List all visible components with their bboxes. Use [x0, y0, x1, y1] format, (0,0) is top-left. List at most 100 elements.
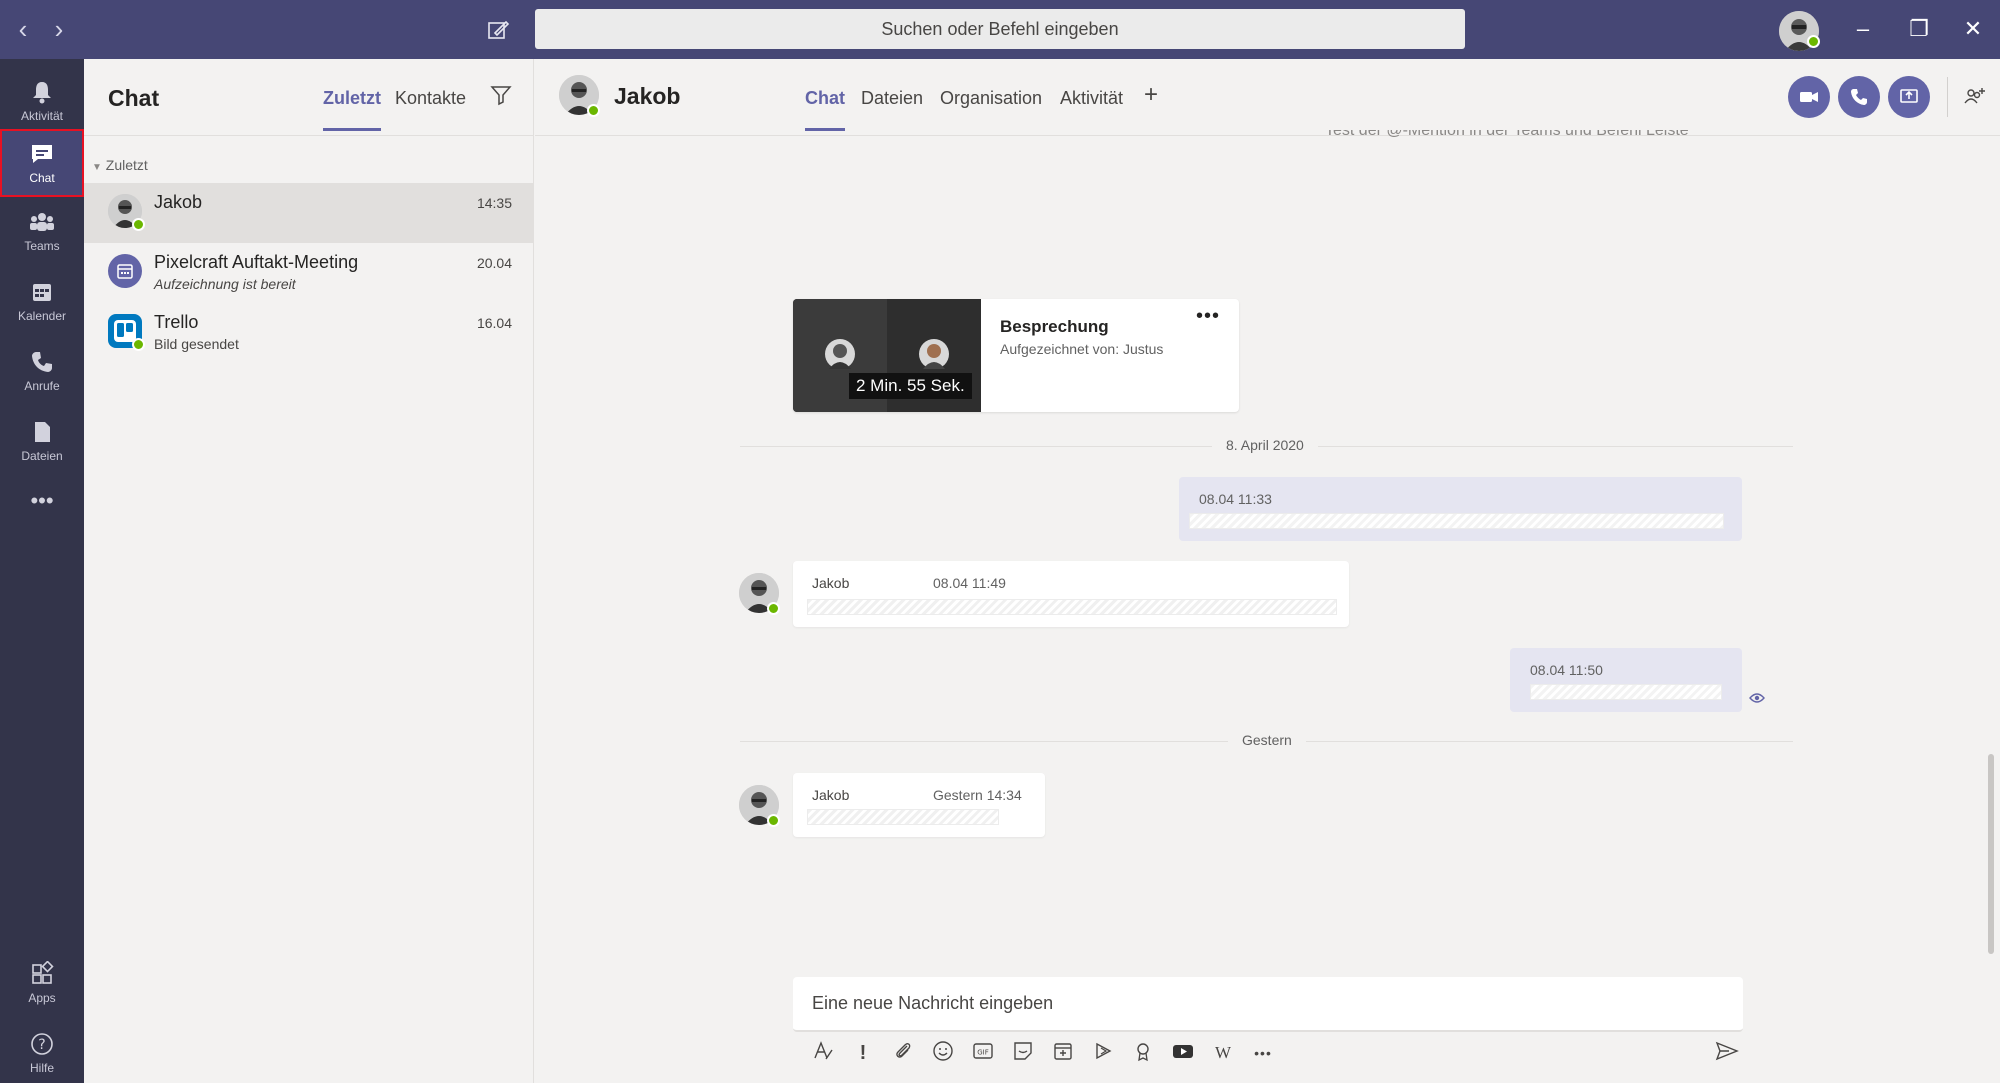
conversation-item[interactable]: Trello Bild gesendet 16.04	[84, 303, 534, 363]
rail-item-calls[interactable]: Anrufe	[0, 339, 84, 407]
message-list: Test der @-Mention in der Teams und Befe…	[535, 130, 2000, 966]
message-author: Jakob	[812, 787, 850, 803]
conversation-name: Jakob	[154, 192, 203, 212]
title-bar: ‹ › Suchen oder Befehl eingeben – ❐ ✕	[0, 0, 2000, 59]
stream-icon[interactable]	[1090, 1040, 1116, 1066]
message-text	[807, 599, 1337, 615]
recording-thumbnail[interactable]: 2 Min. 55 Sek.	[793, 299, 981, 412]
message-bubble[interactable]: 08.04 11:50	[1510, 648, 1742, 712]
emoji-icon[interactable]	[930, 1040, 956, 1066]
rail-item-calendar[interactable]: Kalender	[0, 269, 84, 337]
conversation-preview: Aufzeichnung ist bereit	[154, 276, 296, 292]
share-screen-icon	[1900, 89, 1918, 103]
svg-text:GIF: GIF	[977, 1049, 989, 1057]
compose-icon[interactable]	[484, 16, 512, 44]
message-input[interactable]	[812, 977, 1712, 1030]
meeting-icon	[108, 254, 142, 288]
rail-item-label: Chat	[29, 171, 55, 185]
chat-header: Jakob Chat Dateien Organisation Aktivitä…	[535, 59, 2000, 136]
tab-chat[interactable]: Chat	[805, 88, 845, 131]
conversation-item[interactable]: Jakob 14:35	[84, 183, 534, 243]
tab-files[interactable]: Dateien	[861, 88, 923, 109]
recording-card[interactable]: 2 Min. 55 Sek. Besprechung Aufgezeichnet…	[793, 299, 1239, 412]
presence-indicator	[767, 602, 780, 615]
wikipedia-icon[interactable]: W	[1210, 1040, 1236, 1066]
rail-item-label: Teams	[24, 239, 60, 253]
gif-icon[interactable]: GIF	[970, 1040, 996, 1066]
rail-item-help[interactable]: ? Hilfe	[0, 1021, 84, 1083]
divider	[1947, 77, 1948, 117]
close-icon[interactable]: ✕	[1958, 14, 1988, 44]
chat-icon	[32, 145, 52, 163]
more-options-icon[interactable]: •••	[1196, 305, 1220, 328]
restore-icon[interactable]: ❐	[1904, 14, 1934, 44]
message-author: Jakob	[812, 575, 850, 591]
video-icon	[1800, 92, 1818, 102]
sticker-icon[interactable]	[1010, 1040, 1036, 1066]
message-timestamp: 08.04 11:50	[1530, 662, 1603, 678]
file-icon	[35, 422, 50, 442]
rail-item-teams[interactable]: Teams	[0, 199, 84, 267]
more-options-icon[interactable]: •••	[1250, 1040, 1276, 1066]
tab-recent[interactable]: Zuletzt	[323, 88, 381, 131]
presence-indicator	[132, 218, 145, 231]
audio-call-button[interactable]	[1838, 76, 1880, 118]
app-rail: Aktivität Chat Teams Kalender Anrufe Dat…	[0, 59, 84, 1083]
schedule-meeting-icon[interactable]	[1050, 1040, 1076, 1066]
search-input[interactable]: Suchen oder Befehl eingeben	[535, 9, 1465, 49]
recording-duration: 2 Min. 55 Sek.	[849, 373, 972, 399]
more-apps-icon[interactable]: •••	[0, 490, 84, 521]
help-icon: ?	[31, 1033, 53, 1055]
calendar-icon	[33, 284, 51, 301]
message-timestamp: 08.04 11:49	[933, 575, 1006, 591]
chevron-left-icon[interactable]: ‹	[8, 14, 38, 44]
compose-box[interactable]	[793, 977, 1743, 1032]
praise-icon[interactable]	[1130, 1040, 1156, 1066]
message-bubble[interactable]: 08.04 11:33	[1179, 477, 1742, 541]
chat-list-header: Chat Zuletzt Kontakte	[84, 59, 534, 136]
send-icon[interactable]	[1714, 1040, 1740, 1066]
message-text	[807, 809, 999, 825]
caret-down-icon: ▼	[92, 162, 102, 173]
tab-organisation[interactable]: Organisation	[940, 88, 1042, 109]
chevron-right-icon[interactable]: ›	[44, 14, 74, 44]
rail-item-activity[interactable]: Aktivität	[0, 69, 84, 137]
rail-item-files[interactable]: Dateien	[0, 409, 84, 477]
rail-item-apps[interactable]: Apps	[0, 951, 84, 1019]
apps-icon	[32, 961, 54, 984]
conversation-name: Pixelcraft Auftakt-Meeting	[154, 252, 359, 272]
page-title: Chat	[108, 85, 160, 111]
conversation-time: 16.04	[476, 315, 512, 331]
tab-contacts[interactable]: Kontakte	[395, 88, 466, 109]
conversation-item[interactable]: Pixelcraft Auftakt-Meeting Aufzeichnung …	[84, 243, 534, 303]
teams-icon	[30, 213, 54, 231]
message-text	[1530, 684, 1722, 700]
phone-icon	[1851, 89, 1867, 105]
add-people-icon[interactable]	[1963, 85, 1987, 109]
message-timestamp: Gestern 14:34	[933, 787, 1022, 803]
rail-item-chat[interactable]: Chat	[0, 129, 84, 197]
share-screen-button[interactable]	[1888, 76, 1930, 118]
section-recent[interactable]: ▼ Zuletzt	[92, 157, 148, 173]
minimize-icon[interactable]: –	[1848, 14, 1878, 44]
rail-item-label: Apps	[28, 991, 56, 1005]
video-call-button[interactable]	[1788, 76, 1830, 118]
message-bubble[interactable]: Jakob Gestern 14:34	[793, 773, 1045, 837]
attach-icon[interactable]	[890, 1040, 916, 1066]
scrollbar[interactable]	[1988, 754, 1994, 954]
recording-title: Besprechung	[1000, 317, 1109, 336]
format-icon[interactable]	[810, 1040, 836, 1066]
presence-indicator	[587, 104, 600, 117]
filter-icon[interactable]	[490, 84, 512, 106]
date-divider: 8. April 2020	[1212, 437, 1318, 453]
conversation-preview: Bild gesendet	[154, 336, 239, 352]
important-icon[interactable]: !	[850, 1040, 876, 1066]
chat-list-pane: Chat Zuletzt Kontakte ▼ Zuletzt Jakob 14…	[84, 59, 534, 1083]
add-tab-button[interactable]: +	[1144, 81, 1158, 109]
message-text	[1189, 513, 1724, 529]
rail-item-label: Dateien	[21, 449, 63, 463]
tab-activity[interactable]: Aktivität	[1060, 88, 1123, 109]
youtube-icon[interactable]	[1170, 1040, 1196, 1066]
message-bubble[interactable]: Jakob 08.04 11:49	[793, 561, 1349, 627]
seen-icon	[1749, 693, 1765, 703]
